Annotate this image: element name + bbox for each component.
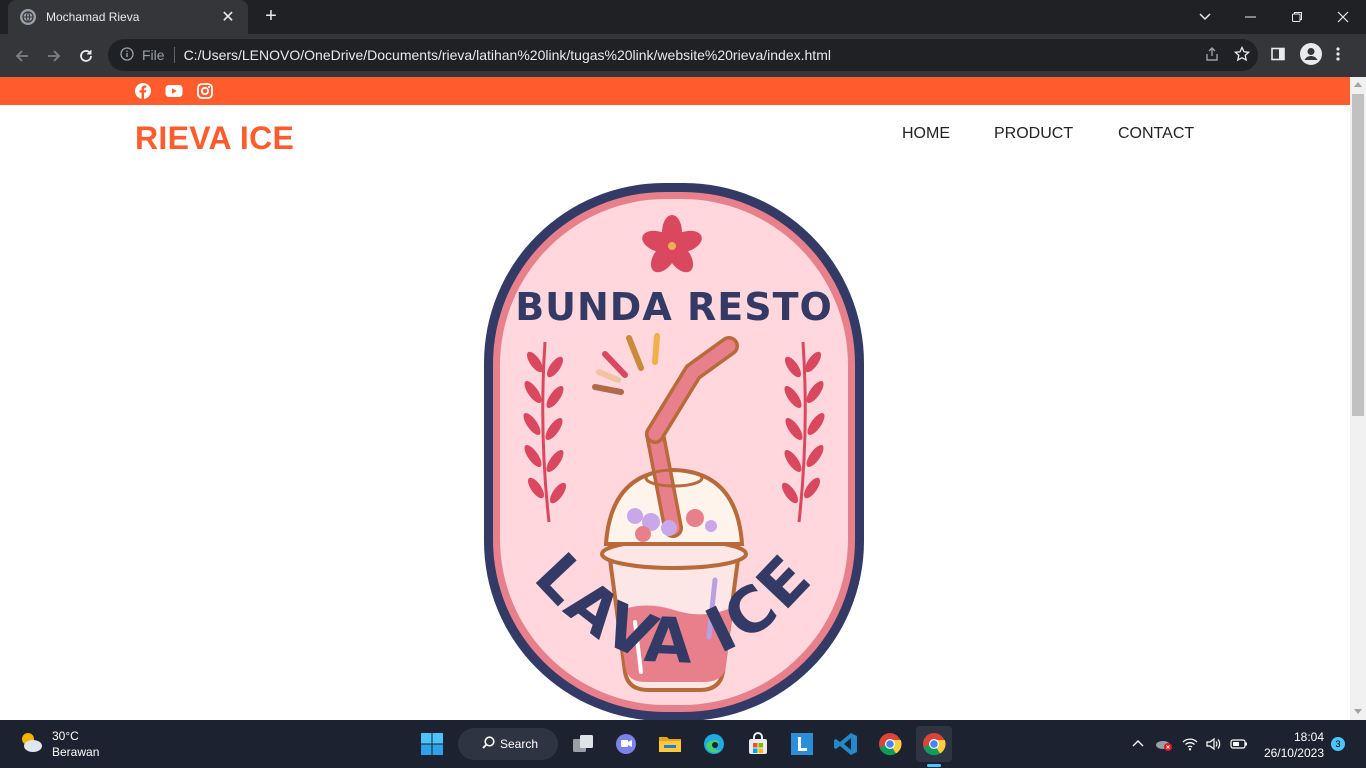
web-page: RIEVA ICE HOME PRODUCT CONTACT BUNDA RES… [0, 77, 1350, 720]
windows-start-icon[interactable] [414, 726, 450, 762]
clock-time: 18:04 [1293, 730, 1324, 744]
close-window-button[interactable] [1320, 0, 1366, 34]
social-topbar [0, 77, 1350, 105]
info-icon[interactable] [120, 46, 134, 64]
weather-widget[interactable]: 30°C Berawan [18, 729, 99, 759]
browser-tab-strip: Mochamad Rieva ✕ + [0, 0, 1366, 34]
minimize-button[interactable] [1228, 0, 1274, 34]
microsoft-store-icon[interactable] [740, 726, 776, 762]
scroll-up-arrow-icon[interactable] [1354, 82, 1362, 87]
teams-chat-icon[interactable] [608, 726, 644, 762]
browser-toolbar: File C:/Users/LENOVO/OneDrive/Documents/… [0, 34, 1366, 77]
search-label: Search [500, 737, 539, 751]
weather-description: Berawan [52, 745, 100, 759]
edge-browser-icon[interactable] [696, 726, 732, 762]
nav-home[interactable]: HOME [902, 125, 950, 143]
taskbar-search-button[interactable]: Search [458, 728, 558, 760]
system-clock[interactable]: 18:04 26/10/2023 [1258, 729, 1324, 761]
clock-date: 26/10/2023 [1263, 746, 1324, 760]
weather-temperature: 30°C [52, 729, 79, 743]
partly-cloudy-icon [18, 729, 44, 759]
task-view-icon[interactable] [565, 726, 601, 762]
active-app-indicator [927, 764, 941, 767]
volume-icon[interactable] [1206, 737, 1222, 756]
lava-ice-logo-image: BUNDA RESTO LAVA ICE [484, 183, 864, 720]
share-icon[interactable] [1204, 46, 1220, 65]
tab-search-icon[interactable] [1182, 0, 1228, 34]
bookmark-star-icon[interactable] [1233, 45, 1251, 65]
url-text[interactable]: C:/Users/LENOVO/OneDrive/Documents/rieva… [184, 47, 831, 63]
restore-button[interactable] [1274, 0, 1320, 34]
file-explorer-icon[interactable] [652, 726, 688, 762]
globe-icon [20, 9, 36, 25]
reload-button[interactable] [72, 42, 100, 70]
site-brand-logo[interactable]: RIEVA ICE [135, 120, 294, 157]
battery-icon[interactable] [1230, 737, 1248, 756]
nav-product[interactable]: PRODUCT [994, 125, 1073, 143]
youtube-icon[interactable] [165, 82, 183, 100]
wifi-icon[interactable] [1182, 737, 1198, 756]
close-tab-icon[interactable]: ✕ [220, 7, 236, 27]
instagram-icon[interactable] [196, 82, 214, 100]
facebook-icon[interactable] [134, 82, 152, 100]
windows-taskbar: 30°C Berawan Search 18:04 26/10/2023 3 [0, 720, 1366, 768]
back-button[interactable] [8, 42, 36, 70]
forward-button[interactable] [40, 42, 68, 70]
nav-contact[interactable]: CONTACT [1118, 125, 1194, 143]
logo-top-text: BUNDA RESTO [515, 285, 833, 329]
search-icon [482, 736, 495, 752]
profile-avatar[interactable] [1300, 42, 1322, 70]
tab-title: Mochamad Rieva [46, 10, 140, 24]
page-scrollbar[interactable] [1350, 77, 1366, 720]
lenovo-vantage-icon[interactable] [784, 726, 820, 762]
scrollbar-thumb[interactable] [1352, 94, 1364, 416]
chrome-active-icon[interactable] [916, 726, 952, 762]
vscode-icon[interactable] [828, 726, 864, 762]
browser-tab[interactable]: Mochamad Rieva ✕ [8, 0, 248, 34]
onedrive-error-icon[interactable] [1155, 737, 1173, 756]
side-panel-icon[interactable] [1270, 46, 1286, 67]
address-bar[interactable]: File C:/Users/LENOVO/OneDrive/Documents/… [108, 39, 1258, 71]
scroll-down-arrow-icon[interactable] [1354, 709, 1362, 714]
chrome-icon[interactable] [872, 726, 908, 762]
divider [173, 47, 175, 63]
notification-badge[interactable]: 3 [1331, 737, 1345, 751]
new-tab-button[interactable]: + [260, 6, 282, 28]
chevron-up-icon[interactable] [1132, 737, 1144, 755]
url-scheme-label: File [142, 47, 165, 63]
kebab-menu-icon[interactable] [1336, 46, 1340, 67]
